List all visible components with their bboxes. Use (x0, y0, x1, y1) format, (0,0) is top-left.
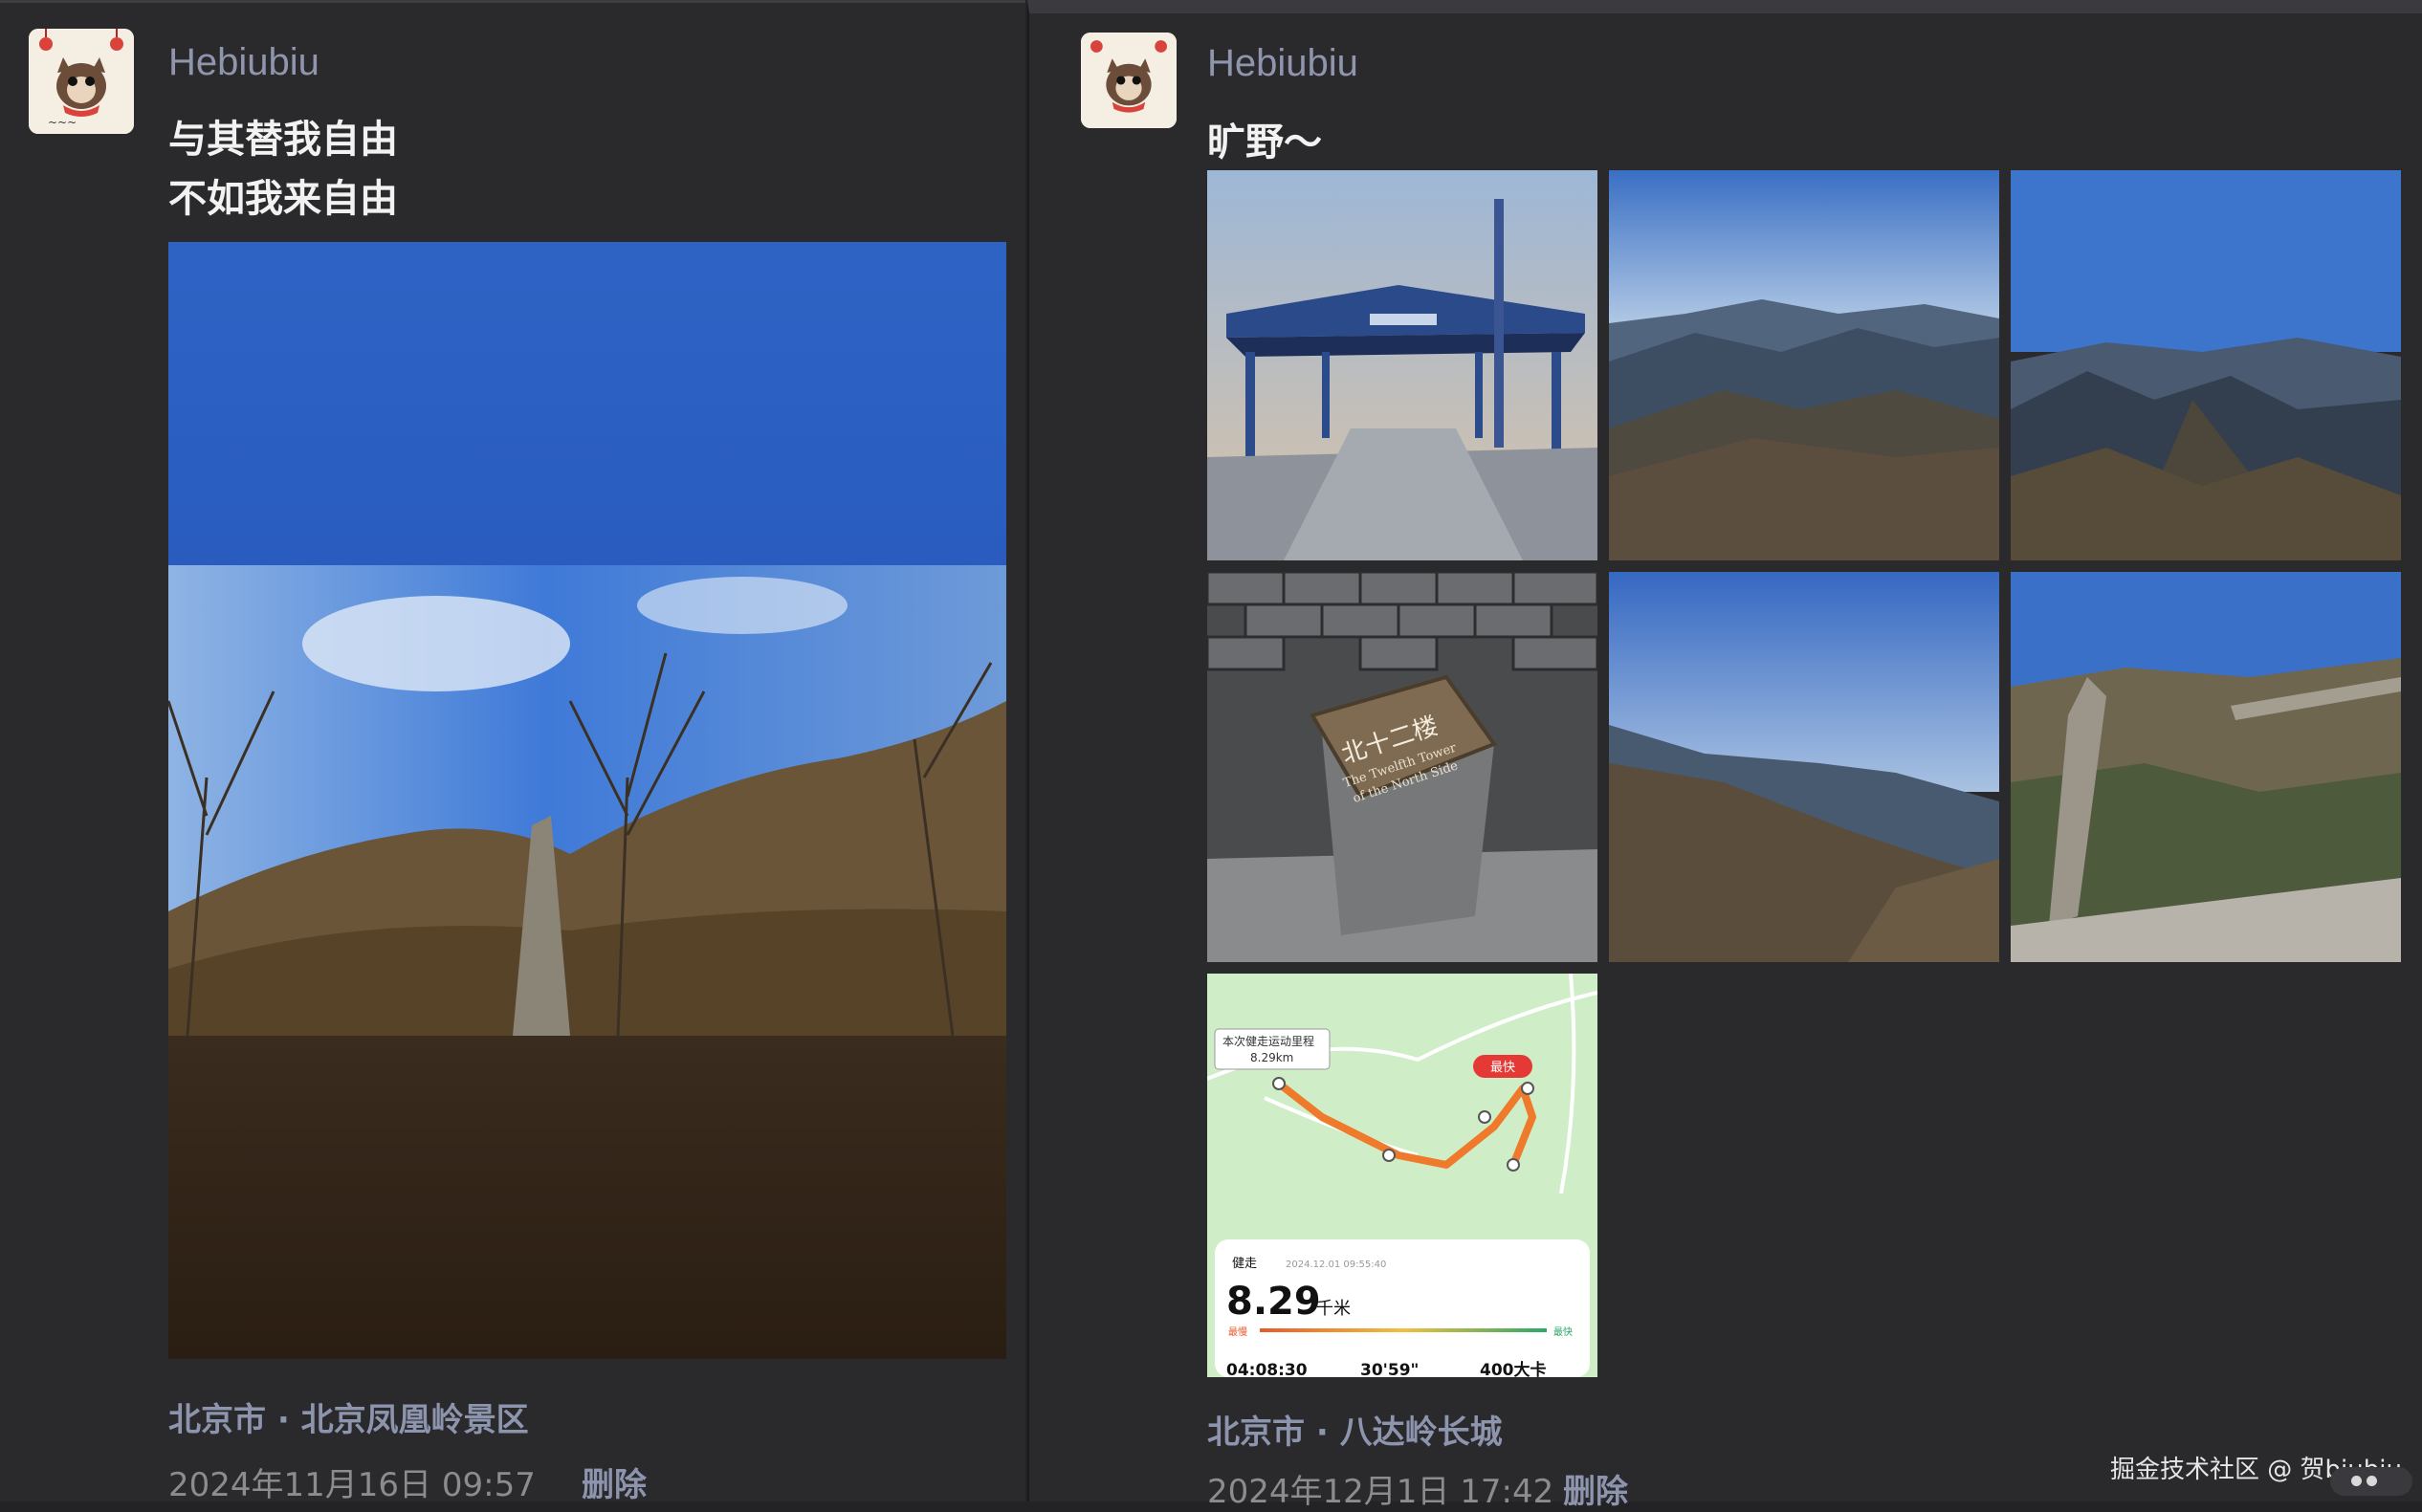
dot-icon (2351, 1476, 2362, 1486)
more-options-button[interactable] (2330, 1467, 2412, 1496)
photo-mountains-2[interactable] (2011, 170, 2401, 560)
photo-image (1207, 170, 1597, 560)
stat-pace: 30'59" (1360, 1361, 1419, 1377)
dot-icon (2367, 1476, 2377, 1486)
user-avatar[interactable] (1081, 33, 1177, 128)
photo-station-canopy[interactable] (1207, 170, 1597, 560)
photo-great-wall[interactable] (2011, 572, 2401, 962)
username[interactable]: Hebiubiu (168, 41, 319, 84)
stat-duration: 04:08:30 (1226, 1361, 1308, 1377)
username[interactable]: Hebiubiu (1207, 42, 1358, 85)
moment-post-right: Hebiubiu 旷野～ 北十二楼 The Twelfth Tower of t… (1027, 0, 2422, 1511)
pace-fast-label: 最快 (1553, 1326, 1573, 1338)
post-location[interactable]: 北京市 · 八达岭长城 (1207, 1406, 1503, 1453)
delete-button[interactable]: 删除 (1563, 1465, 1628, 1512)
post-text-line: 不如我来自由 (168, 177, 398, 221)
post-photo-great-wall-trail[interactable] (168, 242, 1006, 1359)
photo-image (1609, 572, 1999, 962)
moment-post-left: ~~~ Hebiubiu 与其替我自由 不如我来自由 北京市 · 北京凤凰岭景区… (0, 0, 1025, 1504)
photo-image (168, 242, 1006, 1359)
photo-image (2011, 572, 2401, 962)
post-time: 2024年11月16日 09:57 (168, 1466, 536, 1504)
delete-button[interactable]: 删除 (582, 1458, 647, 1505)
map-callout-value: 8.29km (1250, 1051, 1293, 1064)
photo-walk-map[interactable]: 本次健走运动里程 8.29km 最快 健走 2024.12.01 09:55:4… (1207, 974, 1597, 1377)
distance-unit: 千米 (1316, 1299, 1351, 1319)
post-text: 与其替我自由 不如我来自由 (168, 110, 398, 229)
avatar-squirrel-icon: ~~~ (29, 29, 134, 134)
photo-mountains-1[interactable] (1609, 170, 1999, 560)
avatar-squirrel-icon (1081, 33, 1177, 128)
post-text-line: 旷野～ (1207, 121, 1322, 164)
user-avatar[interactable]: ~~~ (29, 29, 134, 134)
pace-slow-label: 最慢 (1228, 1326, 1247, 1338)
activity-label: 健走 (1232, 1257, 1257, 1271)
activity-datetime: 2024.12.01 09:55:40 (1286, 1260, 1386, 1270)
photo-image (1609, 170, 1999, 560)
photo-valley[interactable] (1609, 572, 1999, 962)
post-time: 2024年12月1日 17:42 (1207, 1473, 1554, 1511)
post-location[interactable]: 北京市 · 北京凤凰岭景区 (168, 1393, 529, 1440)
route-map: 本次健走运动里程 8.29km 最快 健走 2024.12.01 09:55:4… (1207, 974, 1597, 1377)
svg-text:~~~: ~~~ (48, 116, 77, 129)
fastest-badge: 最快 (1490, 1061, 1515, 1075)
stat-calories: 400大卡 (1480, 1360, 1547, 1377)
distance-value: 8.29 (1226, 1280, 1321, 1324)
photo-image (2011, 170, 2401, 560)
photo-image: 北十二楼 The Twelfth Tower of the North Side (1207, 572, 1597, 962)
post-text-line: 与其替我自由 (168, 118, 398, 162)
post-text: 旷野～ (1207, 113, 1322, 172)
map-callout-title: 本次健走运动里程 (1222, 1034, 1314, 1048)
photo-tower-sign[interactable]: 北十二楼 The Twelfth Tower of the North Side (1207, 572, 1597, 962)
